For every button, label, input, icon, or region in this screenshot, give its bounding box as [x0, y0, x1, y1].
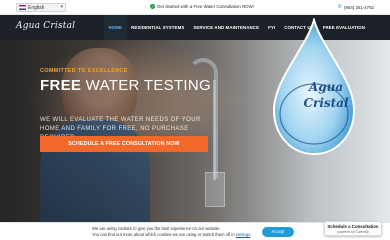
headline-bold: FREE — [40, 77, 82, 94]
cookie-text: We are using cookies to give you the bes… — [92, 226, 252, 237]
calendly-title: Schedule a Consultation — [327, 224, 379, 229]
language-label: English — [28, 4, 45, 11]
headline-rest: WATER TESTING — [81, 77, 211, 94]
cookie-accept-button[interactable]: Accept — [262, 227, 294, 237]
cookie-settings-link[interactable]: settings — [236, 232, 250, 237]
us-flag-icon — [19, 5, 26, 10]
drop-logo-line2: Cristal — [303, 96, 349, 110]
language-selector[interactable]: English ▾ — [16, 3, 66, 12]
nav-item-service-maintenance[interactable]: SERVICE AND MAINTENANCE — [189, 15, 264, 40]
top-bar: English ▾ ✓ Get Started with a Free Wate… — [0, 0, 390, 15]
phone-icon: ✆ — [337, 4, 342, 10]
schedule-consultation-button[interactable]: SCHEDULE A FREE CONSULTATION NOW — [40, 136, 208, 152]
calendly-badge[interactable]: Schedule a Consultation powered by Calen… — [324, 221, 382, 236]
announcement-text: Get Started with a Free Water Consultati… — [157, 4, 254, 9]
nav-item-home[interactable]: HOME — [104, 15, 127, 40]
hero-headline: FREE WATER TESTING — [40, 77, 211, 94]
phone-number: (954) 261-4752 — [343, 4, 374, 10]
calendly-powered: powered by Calendly — [337, 230, 369, 234]
chevron-down-icon: ▾ — [60, 4, 63, 10]
announcement: ✓ Get Started with a Free Water Consulta… — [150, 4, 254, 9]
check-icon: ✓ — [150, 4, 155, 9]
drop-logo-line1: Agua — [308, 80, 344, 94]
hero-eyebrow: COMMITTED TO EXCELLENCE — [40, 68, 128, 74]
site-logo[interactable]: Agua Cristal — [16, 21, 75, 31]
nav-item-residential-systems[interactable]: RESIDENTIAL SYSTEMS — [127, 15, 189, 40]
cookie-text-line1: We are using cookies to give you the bes… — [92, 226, 221, 231]
phone-link[interactable]: ✆ (954) 261-4752 — [338, 4, 374, 10]
cookie-text-line2: You can find out more about which cookie… — [92, 231, 236, 237]
